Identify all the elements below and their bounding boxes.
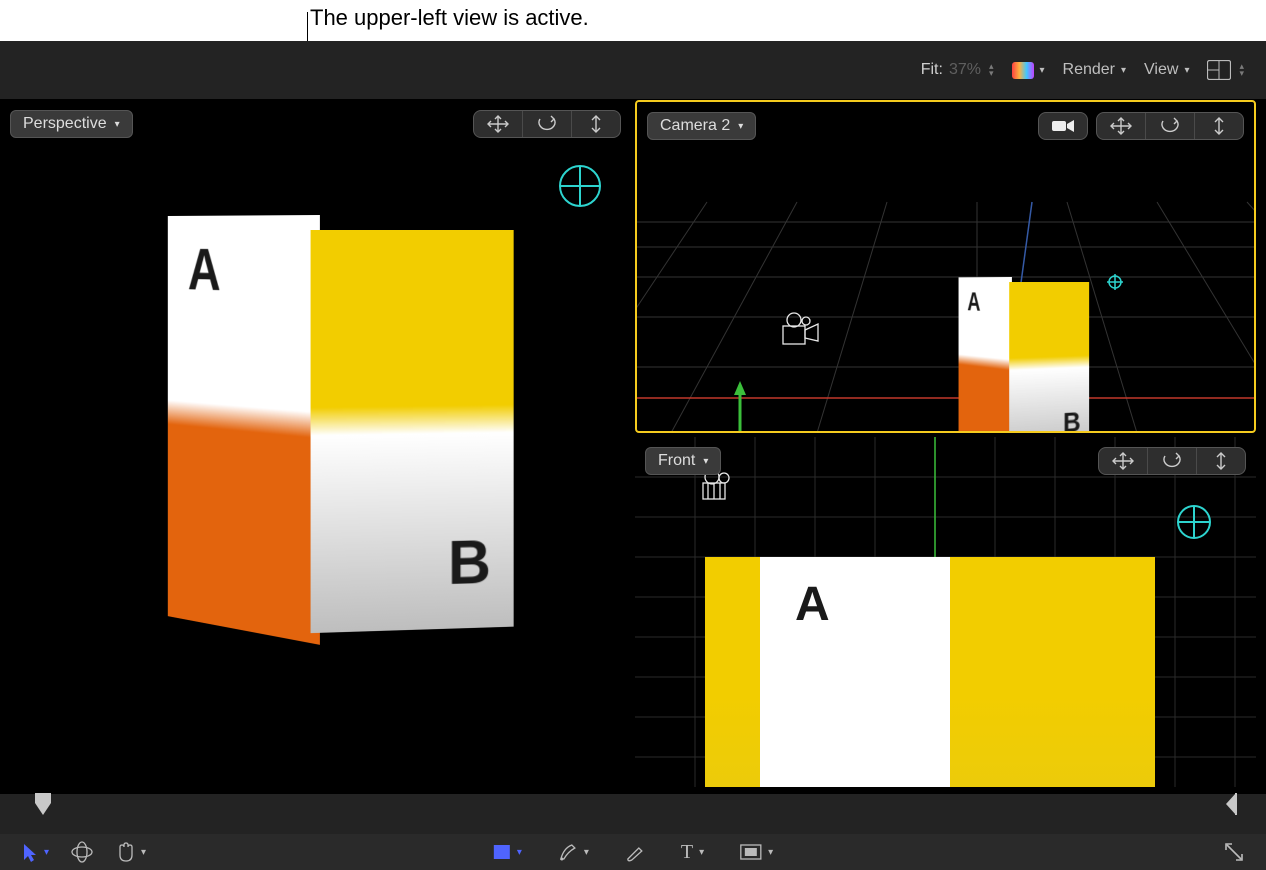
card-label-b: B	[1063, 406, 1081, 433]
orbit-button[interactable]	[523, 111, 572, 137]
active-camera-button[interactable]	[1039, 113, 1087, 139]
card-label-a: A	[795, 577, 830, 632]
pen-icon	[558, 842, 578, 862]
zoom-control[interactable]: Fit: 37% ▴▾	[921, 61, 994, 79]
compass-icon	[559, 165, 601, 207]
dolly-icon	[1211, 117, 1227, 135]
zoom-stepper-icon: ▴▾	[989, 63, 994, 77]
zoom-label: Fit:	[921, 61, 943, 79]
viewer-toolbar: Fit: 37% ▴▾ ▾ Render ▾ View ▾ ▴▾	[0, 41, 1266, 100]
render-label: Render	[1063, 61, 1115, 79]
axis-gizmo-icon	[682, 371, 792, 433]
orbit-icon	[1162, 452, 1182, 470]
shape-tool[interactable]: ▾	[493, 844, 522, 860]
chevron-down-icon: ▾	[738, 121, 743, 132]
text-tool[interactable]: T ▾	[681, 841, 704, 864]
brush-icon	[625, 842, 645, 862]
card-label-a: A	[967, 287, 980, 318]
chevron-down-icon: ▾	[768, 847, 773, 858]
viewport-camera-dropdown[interactable]: Front ▾	[645, 447, 721, 475]
channels-dropdown[interactable]: ▾	[1012, 62, 1045, 79]
hand-icon	[115, 842, 135, 862]
orbit-button[interactable]	[1146, 113, 1195, 139]
dolly-icon	[1213, 452, 1229, 470]
chevron-down-icon: ▾	[1121, 65, 1126, 76]
3d-transform-tool[interactable]	[71, 841, 93, 863]
chevron-down-icon: ▾	[115, 119, 120, 130]
dolly-button[interactable]	[1197, 448, 1245, 474]
orbit-icon	[1160, 117, 1180, 135]
mask-icon	[740, 844, 762, 860]
select-tool[interactable]: ▾	[22, 842, 49, 862]
view-label: View	[1144, 61, 1178, 79]
orbit-icon	[537, 115, 557, 133]
dolly-button[interactable]	[1195, 113, 1243, 139]
chevron-down-icon: ▾	[1184, 65, 1189, 76]
timeline-ruler[interactable]	[0, 794, 1266, 834]
viewport-camera-dropdown[interactable]: Perspective ▾	[10, 110, 133, 138]
scene-camera-icon	[782, 312, 822, 348]
chevron-down-icon: ▾	[141, 847, 146, 858]
pivot-marker-icon	[1107, 274, 1123, 290]
chevron-down-icon: ▾	[703, 456, 708, 467]
orbit-button[interactable]	[1148, 448, 1197, 474]
pan-button[interactable]	[1099, 448, 1148, 474]
dolly-icon	[588, 115, 604, 133]
paint-tool[interactable]	[625, 842, 645, 862]
out-point-icon[interactable]	[1224, 791, 1238, 817]
pan-button[interactable]	[1097, 113, 1146, 139]
chevron-down-icon: ▾	[517, 847, 522, 858]
chevron-down-icon: ▾	[584, 847, 589, 858]
zoom-value: 37%	[949, 61, 981, 79]
card-label-b: B	[448, 527, 491, 599]
rectangle-icon	[493, 844, 511, 860]
pan-tool[interactable]: ▾	[115, 842, 146, 862]
viewport-right[interactable]: B A Perspective ▾	[0, 100, 631, 793]
text-tool-label: T	[681, 841, 693, 864]
viewport-lower-left[interactable]: A Front ▾	[635, 437, 1256, 793]
chevron-down-icon: ▾	[1040, 65, 1045, 76]
viewport-camera-dropdown[interactable]: Camera 2 ▾	[647, 112, 756, 140]
app-window: Fit: 37% ▴▾ ▾ Render ▾ View ▾ ▴▾	[0, 41, 1266, 870]
view-dropdown[interactable]: View ▾	[1144, 61, 1189, 79]
compass-icon	[1177, 505, 1211, 539]
camera-name: Front	[658, 452, 695, 470]
viewport-layout-icon	[1207, 60, 1231, 80]
expand-icon	[1224, 842, 1244, 862]
3d-transform-icon	[71, 841, 93, 863]
playhead-icon[interactable]	[33, 791, 53, 821]
arrow-cursor-icon	[22, 842, 38, 862]
canvas-toolbar: ▾ ▾ ▾ ▾ T ▾	[0, 834, 1266, 870]
dolly-button[interactable]	[572, 111, 620, 137]
pan-icon	[1112, 452, 1134, 470]
stepper-icon: ▴▾	[1239, 63, 1244, 77]
camera-name: Camera 2	[660, 117, 730, 135]
card-label-a: A	[188, 237, 221, 305]
pan-button[interactable]	[474, 111, 523, 137]
mask-tool[interactable]: ▾	[740, 844, 773, 860]
render-dropdown[interactable]: Render ▾	[1063, 61, 1127, 79]
color-channel-icon	[1012, 62, 1034, 79]
pan-icon	[1110, 117, 1132, 135]
pan-icon	[487, 115, 509, 133]
viewport-upper-left[interactable]: B A	[635, 100, 1256, 433]
front-card: A	[705, 557, 1155, 787]
layout-dropdown[interactable]: ▴▾	[1207, 60, 1244, 80]
annotation-callout: The upper-left view is active.	[310, 5, 589, 31]
camera-name: Perspective	[23, 115, 107, 133]
chevron-down-icon: ▾	[699, 847, 704, 858]
videocamera-icon	[1051, 118, 1075, 134]
chevron-down-icon: ▾	[44, 847, 49, 858]
fullscreen-button[interactable]	[1224, 842, 1244, 862]
viewport-grid: B A	[0, 100, 1256, 793]
pen-tool[interactable]: ▾	[558, 842, 589, 862]
